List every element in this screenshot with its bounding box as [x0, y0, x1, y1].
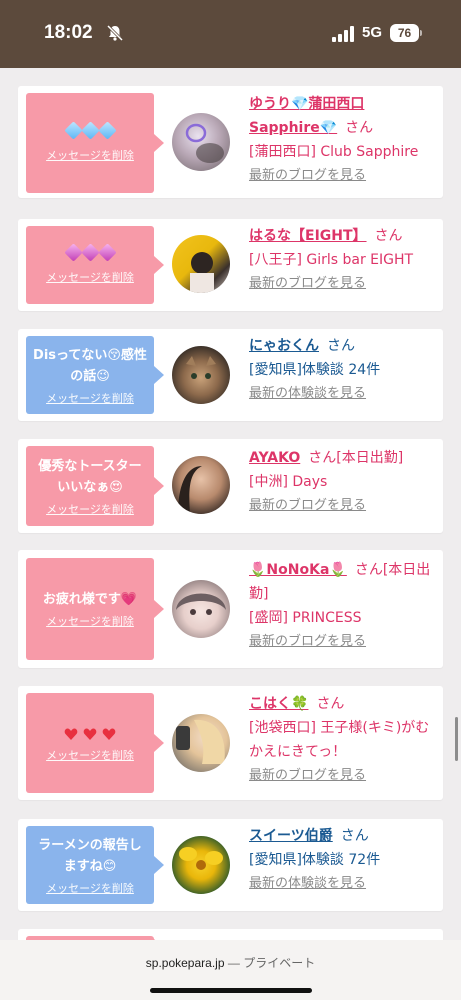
battery-level: 76 — [390, 24, 419, 42]
purple-diamond-icon — [97, 243, 117, 262]
sender-info: こはく🍀 さん [池袋西口] 王子様(キミ)がむかえにきてっ！ 最新のブログを見る — [249, 692, 433, 788]
shop-name: [蒲田西口] Club Sapphire — [249, 144, 419, 160]
scrollbar[interactable] — [455, 717, 458, 761]
message-card: メッセージを削除 こはく🍀 さん [池袋西口] 王子様(キミ)がむかえにきてっ！ … — [18, 686, 443, 800]
heart-ribbon-icon — [83, 727, 97, 740]
sender-info: AYAKO さん[本日出勤] [中洲] Days 最新のブログを見る — [249, 446, 433, 518]
sender-suffix: さん[本日出勤] — [308, 450, 404, 466]
avatar[interactable] — [172, 714, 230, 772]
message-text — [64, 723, 115, 744]
delete-message-link[interactable]: メッセージを削除 — [46, 269, 134, 285]
sender-suffix: さん — [374, 228, 403, 244]
message-card: 優秀なトースターいいなぁ😍 メッセージを削除 AYAKO さん[本日出勤] [中洲… — [18, 439, 443, 533]
message-bubble[interactable]: メッセージを削除 — [26, 693, 164, 793]
message-bubble[interactable]: メッセージを削除 — [26, 226, 164, 304]
sender-name[interactable]: 🌷NoNoKa🌷 — [249, 562, 347, 578]
message-bubble[interactable]: 優秀なトースターいいなぁ😍 メッセージを削除 — [26, 446, 164, 526]
shop-name: [中洲] Days — [249, 474, 328, 490]
message-text — [63, 243, 117, 266]
sender-name[interactable]: はるな【EIGHT】 — [249, 228, 367, 244]
message-text — [63, 121, 117, 144]
diamond-icon — [80, 121, 100, 140]
purple-diamond-icon — [80, 243, 100, 262]
signal-icon — [332, 26, 354, 42]
delete-message-link[interactable]: メッセージを削除 — [46, 147, 134, 163]
sender-info: スイーツ伯爵 さん [愛知県]体験談 72件 最新の体験談を見る — [249, 824, 433, 896]
avatar[interactable] — [172, 836, 230, 894]
bell-slash-icon — [106, 24, 124, 42]
message-text: お疲れ様です💗 — [42, 592, 138, 607]
heart-ribbon-icon — [102, 727, 115, 740]
shop-name: [愛知県]体験談 24件 — [249, 362, 381, 378]
sender-suffix: さん — [327, 338, 355, 354]
delete-message-link[interactable]: メッセージを削除 — [46, 880, 134, 896]
latest-blog-link[interactable]: 最新のブログを見る — [249, 630, 433, 654]
sender-info: にゃおくん さん [愛知県]体験談 24件 最新の体験談を見る — [249, 334, 433, 406]
message-text: ラーメンの報告しますね😊 — [38, 837, 142, 874]
status-time: 18:02 — [44, 22, 93, 43]
message-card: ラーメンの報告しますね😊 メッセージを削除 スイーツ伯爵 さん [愛知県]体験談 … — [18, 819, 443, 911]
message-card: お疲れ様です💗 メッセージを削除 🌷NoNoKa🌷 さん[本日出勤] [盛岡] P… — [18, 550, 443, 668]
latest-blog-link[interactable]: 最新のブログを見る — [249, 164, 433, 188]
sender-name[interactable]: こはく🍀 — [249, 696, 308, 712]
network-type: 5G — [362, 24, 383, 41]
latest-blog-link[interactable]: 最新のブログを見る — [249, 494, 433, 518]
message-bubble[interactable]: Disってない😚感性の話😉 メッセージを削除 — [26, 336, 164, 414]
latest-blog-link[interactable]: 最新のブログを見る — [249, 272, 433, 296]
message-card: メッセージを削除 ゆうり💎蒲田西口Sapphire💎 さん [蒲田西口] Club… — [18, 86, 443, 198]
sender-suffix: さん — [340, 828, 369, 844]
delete-message-link[interactable]: メッセージを削除 — [46, 501, 134, 517]
delete-message-link[interactable]: メッセージを削除 — [46, 613, 134, 629]
battery-icon: 76 — [390, 24, 422, 42]
message-text: Disってない😚感性の話😉 — [33, 347, 147, 384]
sender-info: はるな【EIGHT】 さん [八王子] Girls bar EIGHT 最新のブロ… — [249, 224, 433, 296]
avatar[interactable] — [172, 580, 230, 638]
sender-name[interactable]: AYAKO — [249, 450, 300, 466]
avatar[interactable] — [172, 113, 230, 171]
url-domain: sp.pokepara.jp — [145, 956, 225, 970]
shop-name: [盛岡] PRINCESS — [249, 610, 362, 626]
message-bubble[interactable]: ラーメンの報告しますね😊 メッセージを削除 — [26, 826, 164, 904]
diamond-icon — [63, 121, 83, 140]
delete-message-link[interactable]: メッセージを削除 — [46, 747, 134, 763]
latest-review-link[interactable]: 最新の体験談を見る — [249, 872, 433, 896]
heart-ribbon-icon — [65, 727, 78, 740]
sender-suffix: さん — [345, 120, 374, 136]
diamond-icon — [97, 121, 117, 140]
sender-name[interactable]: スイーツ伯爵 — [249, 828, 333, 844]
sender-info: ゆうり💎蒲田西口Sapphire💎 さん [蒲田西口] Club Sapphire… — [249, 92, 433, 188]
message-text: 優秀なトースターいいなぁ😍 — [38, 458, 142, 495]
delete-message-link[interactable]: メッセージを削除 — [46, 390, 134, 406]
sender-suffix: さん — [316, 696, 345, 712]
message-card: メッセージを削除 はるな【EIGHT】 さん [八王子] Girls bar EI… — [18, 219, 443, 311]
shop-name: [八王子] Girls bar EIGHT — [249, 252, 414, 268]
url-separator: — — [224, 956, 244, 970]
private-mode-label: プライベート — [243, 956, 316, 970]
avatar[interactable] — [172, 235, 230, 293]
latest-review-link[interactable]: 最新の体験談を見る — [249, 382, 433, 406]
avatar[interactable] — [172, 346, 230, 404]
latest-blog-link[interactable]: 最新のブログを見る — [249, 764, 433, 788]
url-text[interactable]: sp.pokepara.jp — プライベート — [0, 954, 461, 971]
message-card: Disってない😚感性の話😉 メッセージを削除 にゃおくん さん [愛知県]体験談 … — [18, 329, 443, 421]
message-bubble[interactable]: メッセージを削除 — [26, 93, 164, 193]
purple-diamond-icon — [63, 243, 83, 262]
shop-name: [池袋西口] 王子様(キミ)がむかえにきてっ！ — [249, 720, 430, 760]
message-bubble[interactable]: お疲れ様です💗 メッセージを削除 — [26, 558, 164, 660]
home-indicator[interactable] — [150, 988, 312, 993]
sender-info: 🌷NoNoKa🌷 さん[本日出勤] [盛岡] PRINCESS 最新のブログを見る — [249, 558, 433, 654]
sender-name[interactable]: にゃおくん — [249, 338, 319, 354]
status-bar: 18:02 5G 76 — [0, 0, 461, 68]
shop-name: [愛知県]体験談 72件 — [249, 852, 381, 868]
avatar[interactable] — [172, 456, 230, 514]
